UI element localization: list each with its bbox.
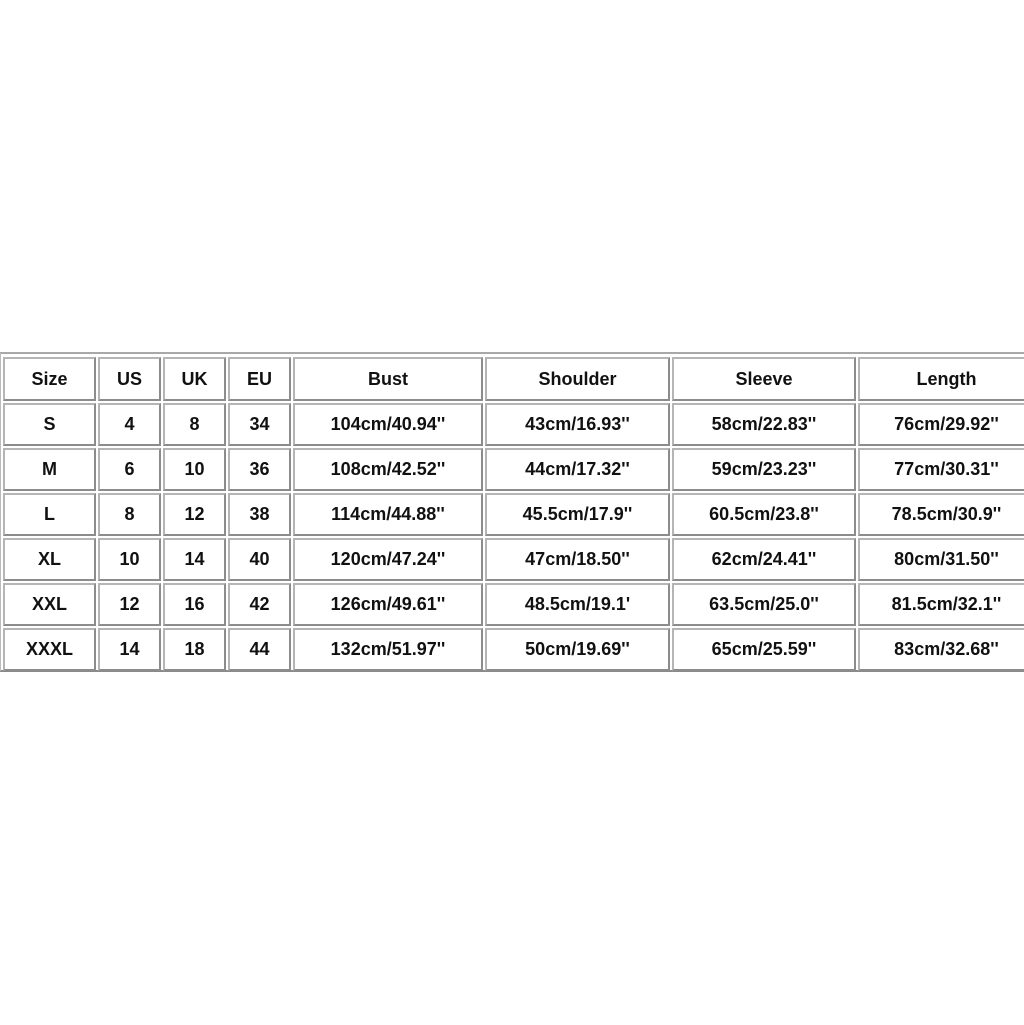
table-cell: 126cm/49.61''	[293, 583, 483, 626]
table-cell: 78.5cm/30.9''	[858, 493, 1024, 536]
header-cell-sleeve: Sleeve	[672, 357, 856, 401]
table-cell: 63.5cm/25.0''	[672, 583, 856, 626]
table-cell: 108cm/42.52''	[293, 448, 483, 491]
table-cell: 10	[98, 538, 161, 581]
table-cell: 65cm/25.59''	[672, 628, 856, 671]
table-cell: 14	[98, 628, 161, 671]
table-cell: 80cm/31.50''	[858, 538, 1024, 581]
table-cell: 76cm/29.92''	[858, 403, 1024, 446]
header-cell-us: US	[98, 357, 161, 401]
table-cell: 120cm/47.24''	[293, 538, 483, 581]
table-cell: 83cm/32.68''	[858, 628, 1024, 671]
header-cell-uk: UK	[163, 357, 226, 401]
table-cell: 8	[98, 493, 161, 536]
table-cell: 48.5cm/19.1'	[485, 583, 670, 626]
table-cell: 16	[163, 583, 226, 626]
size-chart-table: Size US UK EU Bust Shoulder Sleeve Length S 4 8 34 1…	[0, 352, 1024, 672]
table-cell: 18	[163, 628, 226, 671]
header-cell-length: Length	[858, 357, 1024, 401]
table-cell: 4	[98, 403, 161, 446]
table-cell: 47cm/18.50''	[485, 538, 670, 581]
table-cell: XL	[3, 538, 96, 581]
header-cell-bust: Bust	[293, 357, 483, 401]
header-cell-eu: EU	[228, 357, 291, 401]
table-cell: 38	[228, 493, 291, 536]
table-cell: 50cm/19.69''	[485, 628, 670, 671]
table-cell: 132cm/51.97''	[293, 628, 483, 671]
table-cell: 34	[228, 403, 291, 446]
table-cell: 36	[228, 448, 291, 491]
table-cell: XXL	[3, 583, 96, 626]
table-cell: 81.5cm/32.1''	[858, 583, 1024, 626]
table-cell: 42	[228, 583, 291, 626]
table-cell: 114cm/44.88''	[293, 493, 483, 536]
table-cell: 14	[163, 538, 226, 581]
table-cell: 6	[98, 448, 161, 491]
table-cell: 58cm/22.83''	[672, 403, 856, 446]
table-cell: 10	[163, 448, 226, 491]
header-cell-size: Size	[3, 357, 96, 401]
table-cell: 8	[163, 403, 226, 446]
header-cell-shoulder: Shoulder	[485, 357, 670, 401]
table-cell: 44	[228, 628, 291, 671]
table-cell: XXXL	[3, 628, 96, 671]
table-cell: 59cm/23.23''	[672, 448, 856, 491]
table-cell: 40	[228, 538, 291, 581]
table-cell: M	[3, 448, 96, 491]
table-cell: 44cm/17.32''	[485, 448, 670, 491]
table-cell: 12	[163, 493, 226, 536]
table-cell: 104cm/40.94''	[293, 403, 483, 446]
table-cell: 43cm/16.93''	[485, 403, 670, 446]
table-cell: 60.5cm/23.8''	[672, 493, 856, 536]
table-cell: 12	[98, 583, 161, 626]
table-cell: 45.5cm/17.9''	[485, 493, 670, 536]
table-cell: 77cm/30.31''	[858, 448, 1024, 491]
table-cell: L	[3, 493, 96, 536]
table-cell: 62cm/24.41''	[672, 538, 856, 581]
table-cell: S	[3, 403, 96, 446]
